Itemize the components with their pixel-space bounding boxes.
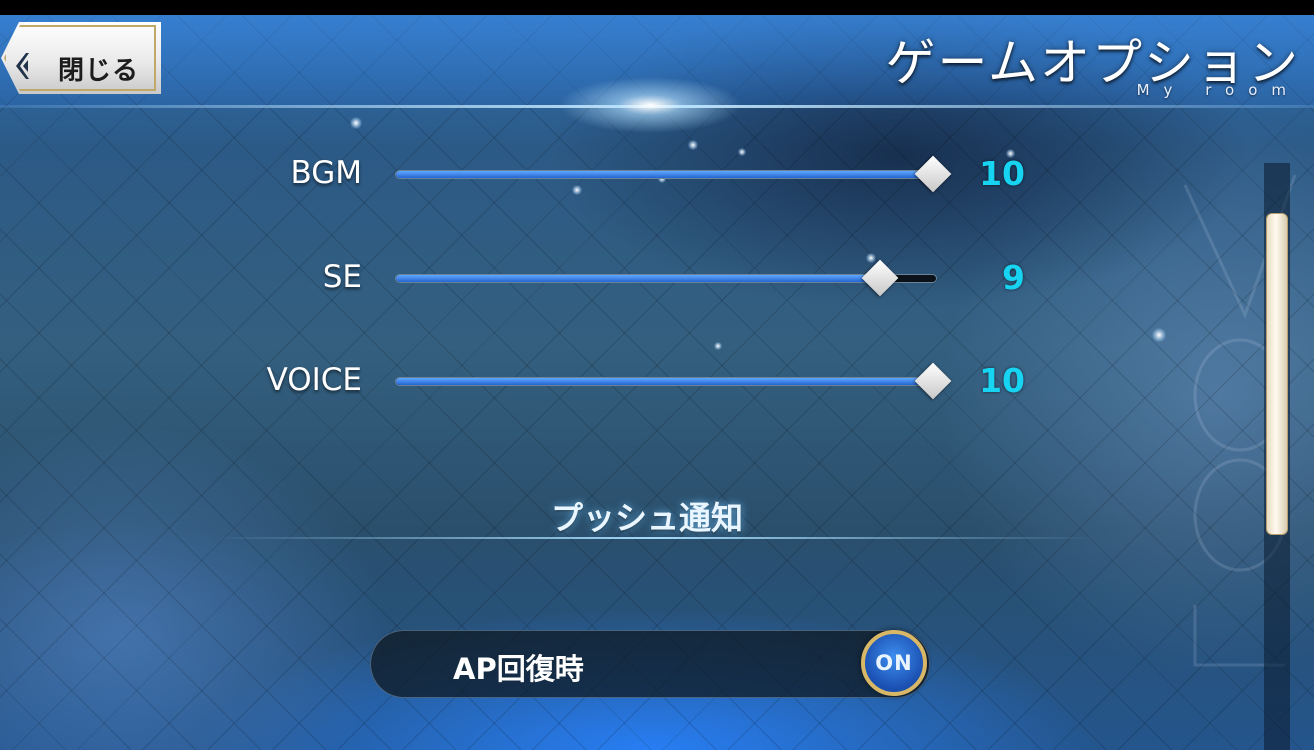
ap-recovery-row: AP回復時 ON <box>370 630 930 698</box>
sparkle <box>572 185 582 195</box>
voice-slider[interactable] <box>395 362 952 400</box>
ap-toggle-label: ON <box>875 651 913 675</box>
se-slider[interactable] <box>395 259 937 297</box>
ap-recovery-label: AP回復時 <box>453 652 584 686</box>
voice-slider-fill <box>396 378 936 385</box>
bgm-slider-fill <box>396 171 936 178</box>
bgm-slider[interactable] <box>395 155 952 193</box>
voice-value: 10 <box>979 361 1025 400</box>
voice-label: VOICE <box>266 362 362 398</box>
sparkle <box>1152 328 1166 342</box>
push-divider <box>215 537 1095 539</box>
bgm-label: BGM <box>290 155 363 191</box>
sparkle <box>714 342 722 350</box>
se-slider-fill <box>396 275 882 282</box>
sparkle <box>738 148 746 156</box>
se-label: SE <box>322 259 362 295</box>
scrollbar-thumb[interactable] <box>1266 213 1288 535</box>
options-screen: 閉じる ゲームオプション My room BGM 10 SE 9 VOICE 1… <box>0 15 1314 750</box>
push-notification-heading: プッシュ通知 <box>550 499 743 537</box>
sparkle <box>688 140 698 150</box>
bgm-value: 10 <box>979 154 1025 193</box>
sparkle <box>866 253 876 263</box>
page-subtitle: My room <box>1136 81 1300 99</box>
ap-recovery-toggle[interactable]: ON <box>861 630 927 696</box>
sparkle <box>350 117 362 129</box>
close-button-frame <box>4 25 156 91</box>
light-flare <box>520 65 780 145</box>
se-value: 9 <box>1002 258 1025 297</box>
